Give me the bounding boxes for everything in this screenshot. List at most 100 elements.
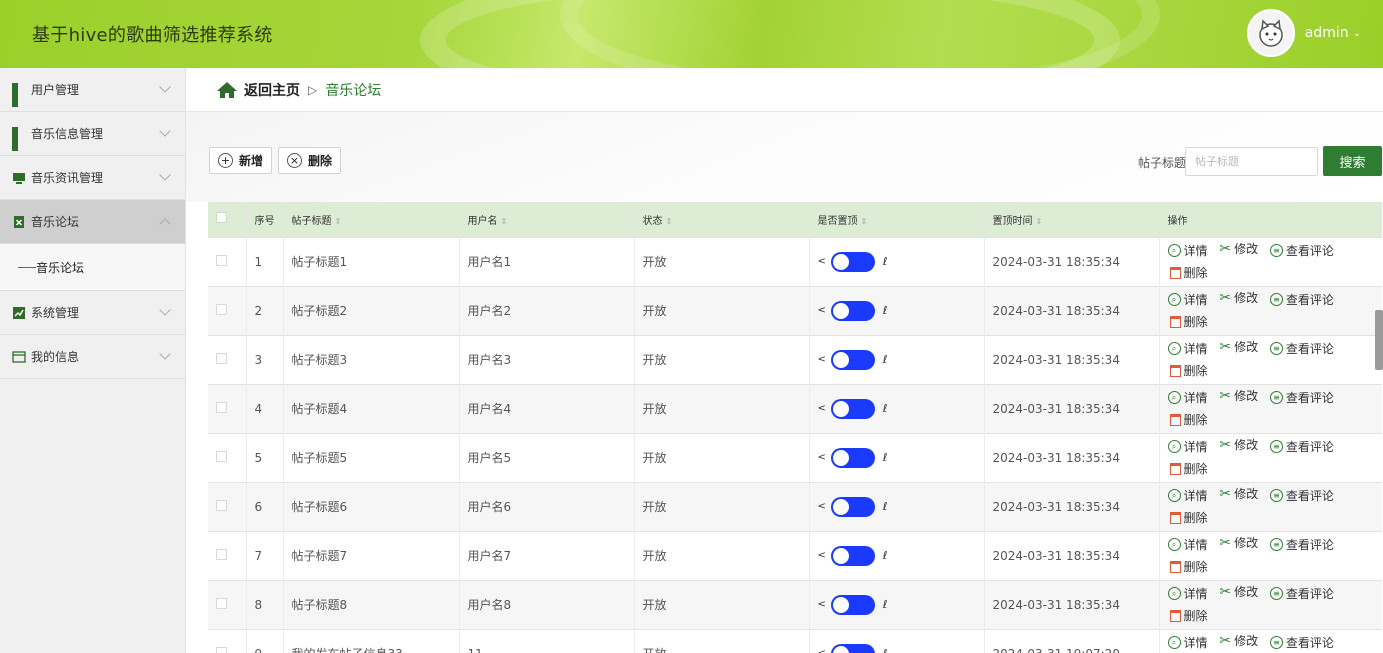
sidebar-item-user-management[interactable]: 用户管理 xyxy=(0,68,185,112)
row-delete-button[interactable]: 删除 xyxy=(1168,556,1208,578)
sort-icon[interactable]: ⇕ xyxy=(335,217,342,226)
edit-button[interactable]: ✂ 修改 xyxy=(1219,385,1258,407)
column-header[interactable]: 用户名 ⇕ xyxy=(459,202,635,237)
user-name-cell: 用户名3 xyxy=(459,334,635,384)
row-checkbox[interactable] xyxy=(216,597,227,609)
pin-toggle-switch[interactable] xyxy=(830,251,875,272)
view-comments-button[interactable]: ≡ 查看评论 xyxy=(1269,289,1334,311)
sidebar-item-music-forum[interactable]: 音乐论坛 xyxy=(0,200,185,244)
edit-button[interactable]: ✂ 修改 xyxy=(1219,630,1258,652)
edit-button[interactable]: ✂ 修改 xyxy=(1219,483,1258,505)
post-title: 帖子标题8 xyxy=(283,579,460,629)
row-delete-button[interactable]: 删除 xyxy=(1168,458,1208,480)
view-comments-button[interactable]: ≡ 查看评论 xyxy=(1269,534,1334,556)
chevron-down-icon xyxy=(159,169,171,181)
view-comments-button[interactable]: ≡ 查看评论 xyxy=(1269,338,1334,360)
pin-toggle-switch[interactable] xyxy=(830,349,875,370)
detail-button[interactable]: ⌕ 详情 xyxy=(1167,289,1208,311)
home-icon[interactable] xyxy=(216,81,238,99)
user-menu[interactable]: admin ⌄ xyxy=(1246,9,1361,57)
delete-label: 删除 xyxy=(1183,461,1208,476)
column-header[interactable]: 状态 ⇕ xyxy=(634,202,810,237)
detail-button[interactable]: ⌕ 详情 xyxy=(1167,534,1208,556)
row-checkbox[interactable] xyxy=(216,499,227,511)
column-header[interactable]: 帖子标题 ⇕ xyxy=(283,202,460,237)
avatar[interactable] xyxy=(1246,9,1295,57)
view-comments-button[interactable]: ≡ 查看评论 xyxy=(1269,485,1334,507)
edit-button[interactable]: ✂ 修改 xyxy=(1219,532,1258,554)
row-checkbox-cell xyxy=(208,481,247,531)
row-delete-button[interactable]: 删除 xyxy=(1168,311,1208,333)
sidebar-item-music-info[interactable]: 音乐信息管理 xyxy=(0,112,185,156)
scrollbar-thumb[interactable] xyxy=(1375,310,1383,370)
row-checkbox-cell xyxy=(208,285,247,335)
edit-button[interactable]: ✂ 修改 xyxy=(1219,581,1258,603)
row-checkbox[interactable] xyxy=(216,401,227,413)
user-name[interactable]: admin xyxy=(1305,25,1349,41)
pin-toggle-switch[interactable] xyxy=(830,545,875,566)
sort-icon[interactable]: ⇕ xyxy=(501,217,508,226)
edit-button[interactable]: ✂ 修改 xyxy=(1219,238,1258,260)
pin-toggle-switch[interactable] xyxy=(830,594,875,615)
view-comments-button[interactable]: ≡ 查看评论 xyxy=(1269,436,1334,458)
detail-button[interactable]: ⌕ 详情 xyxy=(1167,436,1208,458)
detail-button[interactable]: ⌕ 详情 xyxy=(1167,632,1208,653)
sort-icon[interactable]: ⇕ xyxy=(1036,217,1043,226)
view-comments-button[interactable]: ≡ 查看评论 xyxy=(1269,632,1334,653)
row-delete-button[interactable]: 删除 xyxy=(1168,507,1208,529)
edit-label: 修改 xyxy=(1234,241,1259,256)
pin-toggle-switch[interactable] xyxy=(830,398,875,419)
column-header[interactable]: 是否置顶 ⇕ xyxy=(809,202,985,237)
chevron-down-icon[interactable]: ⌄ xyxy=(1353,28,1361,39)
breadcrumb-home-link[interactable]: 返回主页 xyxy=(244,80,300,100)
detail-button[interactable]: ⌕ 详情 xyxy=(1167,583,1208,605)
row-checkbox[interactable] xyxy=(216,352,227,364)
table-row: 7 帖子标题7 用户名7 开放 < ℓ 2024-03-31 18:35:34 … xyxy=(208,530,1382,580)
pin-toggle-switch[interactable] xyxy=(830,496,875,517)
row-delete-button[interactable]: 删除 xyxy=(1168,409,1208,431)
delete-button[interactable]: × 删除 xyxy=(278,147,342,174)
sidebar-subitem-music-forum[interactable]: 音乐论坛 xyxy=(0,244,185,291)
edit-button[interactable]: ✂ 修改 xyxy=(1219,336,1258,358)
pin-toggle-switch[interactable] xyxy=(830,447,875,468)
row-checkbox[interactable] xyxy=(216,254,227,266)
detail-button[interactable]: ⌕ 详情 xyxy=(1167,387,1208,409)
delete-button-label: 删除 xyxy=(308,154,333,168)
select-all-checkbox[interactable] xyxy=(216,212,227,224)
detail-button[interactable]: ⌕ 详情 xyxy=(1167,240,1208,262)
sidebar-item-label: 音乐资讯管理 xyxy=(31,171,104,185)
edit-button[interactable]: ✂ 修改 xyxy=(1219,287,1258,309)
detail-button[interactable]: ⌕ 详情 xyxy=(1167,485,1208,507)
plus-circle-icon: + xyxy=(218,153,233,168)
edit-button[interactable]: ✂ 修改 xyxy=(1219,434,1258,456)
sidebar-item-music-news[interactable]: 音乐资讯管理 xyxy=(0,156,185,200)
pin-toggle-switch[interactable] xyxy=(830,643,875,653)
pen-icon: ℓ xyxy=(882,402,888,415)
column-header[interactable]: 置顶时间 ⇕ xyxy=(984,202,1160,237)
sidebar-item-my-info[interactable]: 我的信息 xyxy=(0,335,185,379)
row-delete-button[interactable]: 删除 xyxy=(1168,262,1208,284)
view-comments-button[interactable]: ≡ 查看评论 xyxy=(1269,387,1334,409)
pin-toggle-switch[interactable] xyxy=(830,300,875,321)
row-checkbox[interactable] xyxy=(216,548,227,560)
view-comments-button[interactable]: ≡ 查看评论 xyxy=(1269,583,1334,605)
sidebar-item-system[interactable]: 系统管理 xyxy=(0,291,185,335)
row-delete-button[interactable]: 删除 xyxy=(1168,360,1208,382)
search-input[interactable] xyxy=(1185,147,1318,176)
detail-button[interactable]: ⌕ 详情 xyxy=(1167,338,1208,360)
comment-icon: ≡ xyxy=(1269,244,1283,257)
row-checkbox[interactable] xyxy=(216,646,227,653)
row-checkbox[interactable] xyxy=(216,450,227,462)
trash-icon xyxy=(1169,413,1181,426)
sidebar-item-label: 音乐论坛 xyxy=(31,215,80,229)
add-button[interactable]: + 新增 xyxy=(209,147,273,174)
sort-icon[interactable]: ⇕ xyxy=(666,217,673,226)
row-delete-button[interactable]: 删除 xyxy=(1168,605,1208,627)
table-row: 1 帖子标题1 用户名1 开放 < ℓ 2024-03-31 18:35:34 … xyxy=(208,236,1382,286)
row-checkbox[interactable] xyxy=(216,303,227,315)
search-button[interactable]: 搜索 xyxy=(1323,146,1382,176)
row-checkbox-cell xyxy=(208,383,247,433)
view-comments-button[interactable]: ≡ 查看评论 xyxy=(1269,240,1334,262)
sort-icon[interactable]: ⇕ xyxy=(861,217,868,226)
pen-icon: ℓ xyxy=(882,255,888,268)
